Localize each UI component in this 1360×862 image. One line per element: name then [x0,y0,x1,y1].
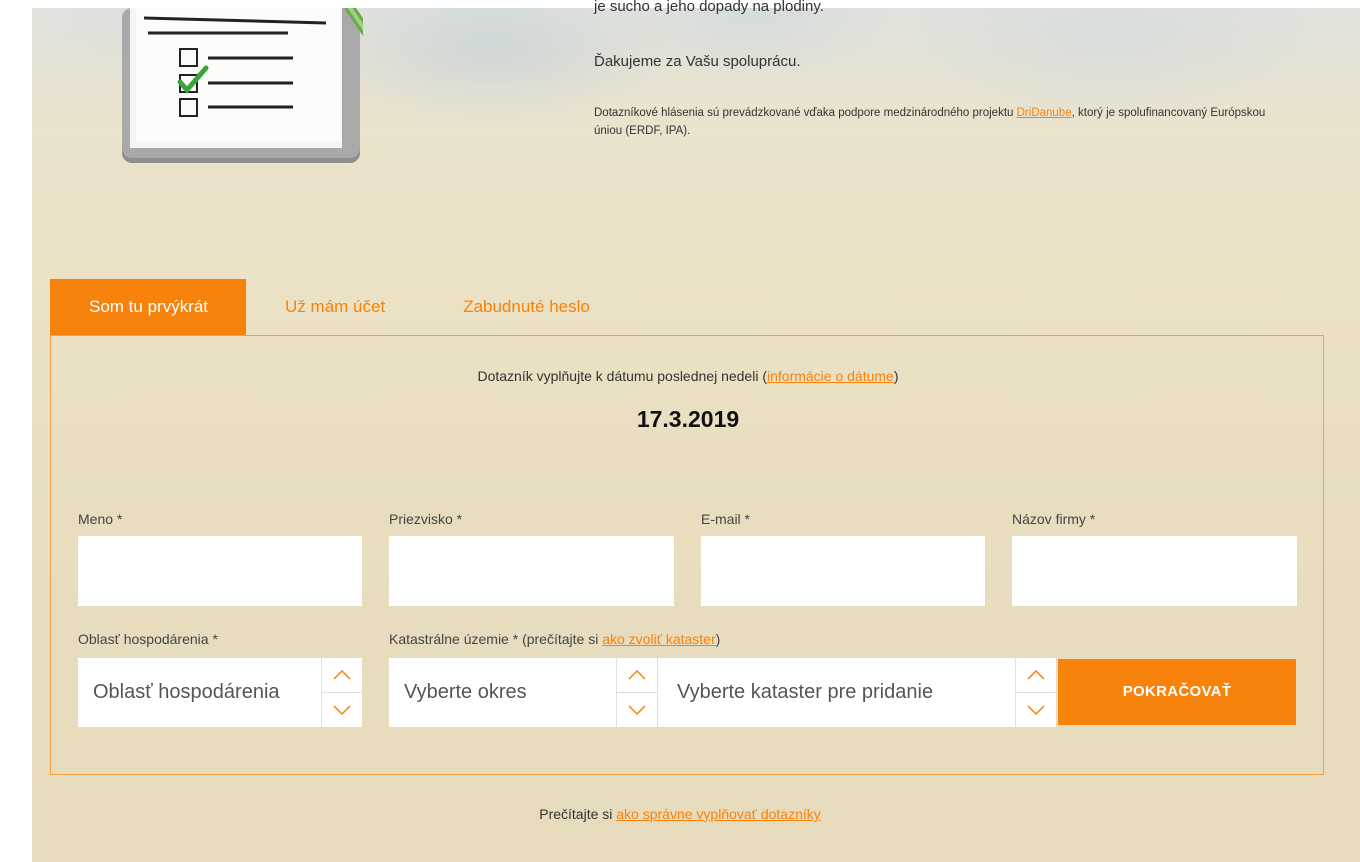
district-spinner [616,658,657,727]
chevron-up-icon[interactable] [322,658,362,693]
chevron-down-icon[interactable] [617,693,657,727]
chevron-down-icon[interactable] [322,693,362,727]
continue-button[interactable]: POKRAČOVAŤ [1058,659,1296,725]
last-name-field[interactable] [389,536,674,606]
email-label: E-mail * [701,511,751,527]
area-label: Oblasť hospodárenia * [78,631,218,647]
chevron-up-icon[interactable] [617,658,657,693]
date-note-prefix: Dotazník vyplňujte k dátumu poslednej ne… [477,368,767,384]
date-note: Dotazník vyplňujte k dátumu poslednej ne… [51,368,1325,384]
project-note: Dotazníkové hlásenia sú prevádzkované vď… [594,104,1274,140]
district-select[interactable]: Vyberte okres [389,658,657,727]
left-strip [0,0,32,862]
chevron-down-icon[interactable] [1016,693,1056,727]
date-note-suffix: ) [893,368,899,384]
area-select[interactable]: Oblasť hospodárenia [78,658,362,727]
tab-forgot-password[interactable]: Zabudnuté heslo [424,279,629,335]
cadastre-help-link[interactable]: ako zvoliť kataster [602,631,715,647]
footer-note: Prečítajte si ako správne vyplňovať dota… [0,806,1360,822]
how-to-fill-link[interactable]: ako správne vyplňovať dotazníky [616,806,820,822]
tab-have-account[interactable]: Už mám účet [246,279,424,335]
cadastre-select[interactable]: Vyberte kataster pre pridanie [658,658,1056,727]
first-name-field[interactable] [78,536,362,606]
cadastre-label-prefix: Katastrálne územie * (prečítajte si [389,631,603,647]
tab-first-time[interactable]: Som tu prvýkrát [50,279,247,335]
area-select-value: Oblasť hospodárenia [93,681,280,703]
chevron-up-icon[interactable] [1016,658,1056,693]
district-select-value: Vyberte okres [404,681,527,703]
cadastre-select-value: Vyberte kataster pre pridanie [677,681,934,703]
first-name-label: Meno * [78,511,123,527]
intro-partial-line: je sucho a jeho dopady na plodiny. [594,0,824,15]
cadastre-spinner [1015,658,1056,727]
questionnaire-date: 17.3.2019 [636,406,740,432]
cadastre-label: Katastrálne územie * (prečítajte si ako … [389,631,720,647]
email-field[interactable] [701,536,985,606]
intro-thanks: Ďakujeme za Vašu spoluprácu. [594,53,801,70]
dridanube-link[interactable]: DriDanube [1017,107,1072,119]
company-label: Názov firmy * [1012,511,1096,527]
cadastre-label-suffix: ) [715,631,721,647]
footer-prefix: Prečítajte si [539,806,617,822]
clipboard-checklist-icon [122,8,363,163]
project-note-prefix: Dotazníkové hlásenia sú prevádzkované vď… [594,107,1017,119]
last-name-label: Priezvisko * [389,511,463,527]
date-info-link[interactable]: informácie o dátume [767,368,894,384]
area-spinner [321,658,362,727]
tab-bar: Som tu prvýkrát Už mám účet Zabudnuté he… [50,279,629,336]
company-field[interactable] [1012,536,1297,606]
